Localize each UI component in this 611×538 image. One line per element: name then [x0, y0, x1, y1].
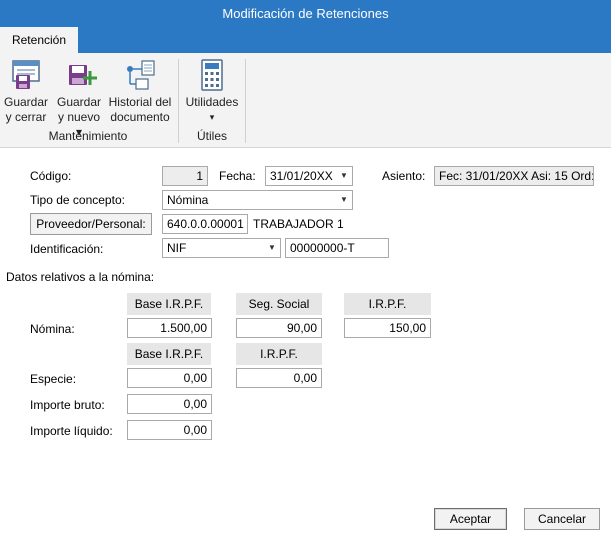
especie-base-irpf-field[interactable]: 0,00 [127, 368, 212, 388]
cancel-button[interactable]: Cancelar [524, 508, 600, 530]
save-close-label-1: Guardar [3, 95, 49, 109]
especie-irpf-field[interactable]: 0,00 [236, 368, 322, 388]
codigo-label: Código: [30, 169, 72, 183]
document-history-icon [122, 59, 158, 91]
ribbon-tab-row: Retención [0, 27, 611, 53]
importe-bruto-label: Importe bruto: [30, 398, 105, 412]
ribbon-separator-2 [245, 59, 246, 143]
identificacion-label: Identificación: [30, 242, 104, 256]
history-button[interactable]: Historial del documento [106, 59, 174, 125]
save-close-label-2: y cerrar [5, 110, 47, 124]
window-title: Modificación de Retenciones [222, 6, 389, 21]
proveedor-code-field[interactable]: 640.0.0.00001 [162, 214, 248, 234]
identificacion-type-select[interactable]: NIF ▼ [162, 238, 281, 258]
save-new-icon [61, 59, 97, 91]
importe-liquido-field[interactable]: 0,00 [127, 420, 212, 440]
window-title-bar: Modificación de Retenciones [0, 0, 611, 27]
header-base-irpf: Base I.R.P.F. [127, 293, 211, 315]
history-label-2: documento [110, 110, 170, 124]
group-label-mantenimiento: Mantenimiento [48, 129, 128, 143]
ribbon-separator [178, 59, 179, 143]
importe-bruto-field[interactable]: 0,00 [127, 394, 212, 414]
codigo-field[interactable]: 1 [162, 166, 208, 186]
header-irpf: I.R.P.F. [344, 293, 431, 315]
proveedor-personal-button[interactable]: Proveedor/Personal: [30, 213, 152, 235]
save-close-icon [8, 59, 44, 91]
utilities-button[interactable]: Utilidades ▾ [184, 59, 240, 125]
save-close-button[interactable]: Guardar y cerrar [2, 59, 50, 125]
nomina-irpf-field[interactable]: 150,00 [344, 318, 431, 338]
utilities-label: Utilidades [185, 95, 239, 109]
chevron-down-icon[interactable]: ▼ [336, 167, 352, 185]
history-label-1: Historial del [108, 95, 172, 109]
proveedor-name: TRABAJADOR 1 [253, 217, 344, 231]
fecha-value: 31/01/20XX [270, 169, 333, 183]
group-label-utiles: Útiles [196, 129, 227, 143]
accept-button[interactable]: Aceptar [434, 508, 507, 530]
nomina-base-irpf-field[interactable]: 1.500,00 [127, 318, 212, 338]
save-new-label-1: Guardar [56, 95, 102, 109]
datos-nomina-label: Datos relativos a la nómina: [6, 270, 155, 284]
importe-liquido-label: Importe líquido: [30, 424, 113, 438]
header-especie-irpf: I.R.P.F. [236, 343, 322, 365]
tipo-concepto-select[interactable]: Nómina ▼ [162, 190, 353, 210]
header-seg-social: Seg. Social [236, 293, 322, 315]
fecha-label: Fecha: [219, 169, 256, 183]
fecha-date-picker[interactable]: 31/01/20XX ▼ [265, 166, 353, 186]
chevron-down-icon[interactable]: ▼ [264, 239, 280, 257]
asiento-label: Asiento: [382, 169, 426, 183]
tipo-concepto-value: Nómina [167, 193, 209, 207]
asiento-field[interactable]: Fec: 31/01/20XX Asi: 15 Ord: 1 [434, 166, 594, 186]
save-new-button[interactable]: Guardar y nuevo ▾ [54, 59, 104, 140]
chevron-down-icon[interactable]: ▼ [336, 191, 352, 209]
nomina-seg-social-field[interactable]: 90,00 [236, 318, 322, 338]
tab-retencion[interactable]: Retención [0, 27, 78, 53]
nomina-label: Nómina: [30, 322, 75, 336]
especie-label: Especie: [30, 372, 77, 386]
header-especie-base-irpf: Base I.R.P.F. [127, 343, 211, 365]
ribbon: Guardar y cerrar Guardar y nuevo ▾ Histo… [0, 53, 611, 148]
calculator-icon [194, 59, 230, 91]
utilities-dropdown-arrow: ▾ [209, 112, 215, 122]
identificacion-type-value: NIF [167, 241, 187, 255]
tipo-concepto-label: Tipo de concepto: [30, 193, 125, 207]
identificacion-field[interactable]: 00000000-T [285, 238, 389, 258]
